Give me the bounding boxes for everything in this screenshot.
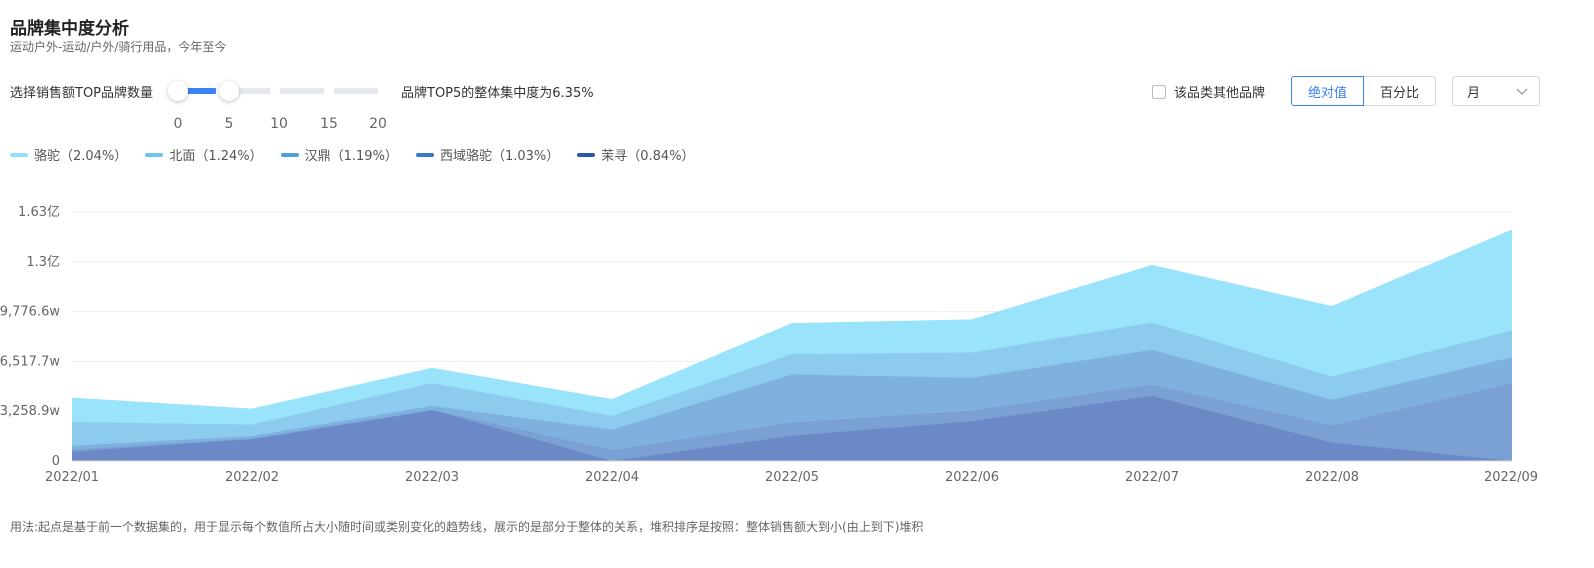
x-tick-label: 2022/07: [1125, 470, 1179, 485]
slider-tick: 10: [270, 116, 288, 132]
stacked-area-chart: 0 3,258.9w 6,517.7w 9,776.6w 1.3亿 1.63亿 2022/0…: [0, 205, 1538, 485]
absolute-value-button[interactable]: 绝对值: [1291, 76, 1365, 106]
slider-segment[interactable]: [280, 88, 324, 94]
legend-swatch: [145, 152, 164, 157]
legend-label: 茉寻（0.84%）: [601, 149, 695, 164]
legend-item-luotuo[interactable]: 骆驼（2.04%）: [10, 145, 127, 164]
y-tick-label: 9,776.6w: [0, 305, 60, 320]
slider-segment[interactable]: [334, 88, 378, 94]
legend-label: 骆驼（2.04%）: [34, 149, 128, 164]
controls-row: 选择销售额TOP品牌数量 0 5 10 15 20 品牌TOP5的整体集中度为6…: [0, 76, 1594, 132]
period-select[interactable]: 月: [1452, 76, 1540, 106]
y-tick-label: 1.63亿: [18, 205, 60, 220]
chevron-down-icon: [1516, 88, 1528, 95]
x-tick-label: 2022/06: [945, 470, 999, 485]
x-tick-label: 2022/01: [45, 470, 99, 485]
slider-tick: 20: [369, 116, 387, 132]
legend-swatch: [280, 152, 299, 157]
y-tick-label: 3,258.9w: [0, 404, 60, 419]
legend-label: 西域骆驼（1.03%）: [439, 149, 560, 164]
chart-legend: 骆驼（2.04%） 北面（1.24%） 汉鼎（1.19%） 西域骆驼（1.03%…: [10, 145, 695, 164]
checkbox-box[interactable]: [1152, 84, 1166, 99]
period-select-value: 月: [1467, 85, 1481, 101]
mode-toggle: 绝对值 百分比: [1291, 76, 1437, 106]
legend-item-xiyu-luotuo[interactable]: 西域骆驼（1.03%）: [415, 145, 560, 164]
legend-item-beimian[interactable]: 北面（1.24%）: [145, 145, 263, 164]
legend-swatch: [415, 152, 434, 157]
slider-end-handle[interactable]: [219, 81, 239, 101]
other-brands-checkbox[interactable]: 该品类其他品牌: [1152, 82, 1265, 101]
x-tick-label: 2022/08: [1305, 470, 1359, 485]
x-tick-label: 2022/09: [1484, 470, 1538, 485]
y-tick-label: 6,517.7w: [0, 354, 60, 369]
x-tick-label: 2022/02: [225, 470, 279, 485]
legend-label: 汉鼎（1.19%）: [304, 149, 398, 164]
page-title: 品牌集中度分析: [10, 19, 129, 39]
slider-label: 选择销售额TOP品牌数量: [10, 86, 154, 101]
x-tick-label: 2022/04: [585, 470, 639, 485]
slider-tick: 15: [320, 116, 338, 132]
legend-swatch: [10, 152, 28, 157]
y-tick-label: 1.3亿: [26, 255, 60, 270]
other-brands-label: 该品类其他品牌: [1174, 86, 1266, 101]
concentration-text: 品牌TOP5的整体集中度为6.35%: [401, 86, 594, 101]
legend-item-handing[interactable]: 汉鼎（1.19%）: [280, 145, 398, 164]
slider-tick: 5: [224, 116, 234, 132]
x-tick-label: 2022/03: [405, 470, 459, 485]
legend-item-moxun[interactable]: 茉寻（0.84%）: [577, 145, 695, 164]
legend-label: 北面（1.24%）: [169, 149, 263, 164]
y-tick-label: 0: [52, 454, 60, 469]
slider-tick: 0: [173, 116, 183, 132]
slider-start-handle[interactable]: [168, 81, 188, 101]
percentage-button[interactable]: 百分比: [1364, 76, 1437, 106]
top-brands-slider[interactable]: 0 5 10 15 20: [168, 81, 387, 132]
usage-footnote: 用法:起点是基于前一个数据集的，用于显示每个数值所占大小随时间或类别变化的趋势线…: [10, 520, 924, 534]
legend-swatch: [577, 152, 596, 157]
page-subtitle: 运动户外-运动/户外/骑行用品，今年至今: [10, 40, 227, 54]
x-tick-label: 2022/05: [765, 470, 819, 485]
